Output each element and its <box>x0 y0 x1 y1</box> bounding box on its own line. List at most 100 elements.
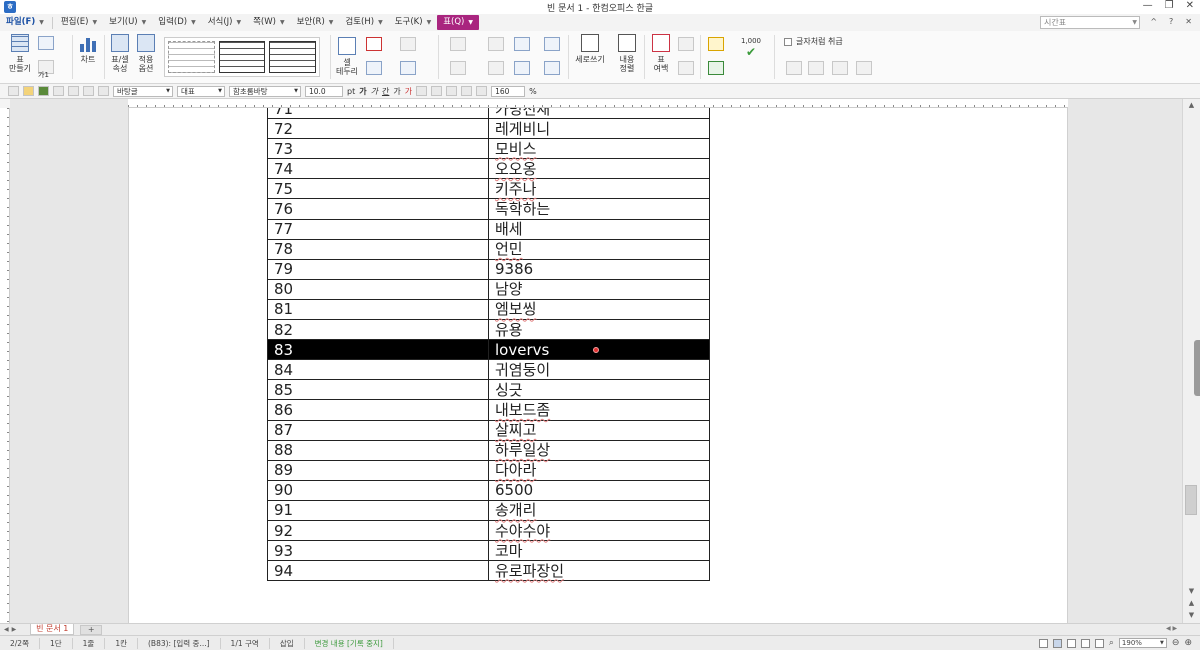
cell-nickname[interactable]: 코마 <box>488 540 710 562</box>
table-row[interactable]: 74 오오옹 <box>267 158 710 180</box>
new-doc-icon[interactable] <box>8 86 19 96</box>
cell-nickname[interactable]: 9386 <box>488 258 710 280</box>
table-row[interactable]: 87 살찌고 <box>267 419 710 441</box>
side-panel-handle[interactable] <box>1194 340 1200 396</box>
table-row[interactable]: 82 유용 <box>267 319 710 341</box>
table-row[interactable]: 94 유로파장인 <box>267 560 710 582</box>
cell-number[interactable]: 84 <box>267 359 489 381</box>
menu-tools[interactable]: 도구(K) ▼ <box>389 15 437 30</box>
cell-nickname[interactable]: 하루일상 <box>488 439 710 461</box>
zoom-out-icon[interactable]: ⊖ <box>1172 638 1180 648</box>
table-row[interactable]: 88 하루일상 <box>267 439 710 461</box>
hscroll-arrows[interactable]: ◀ ▶ <box>1166 625 1177 632</box>
table-style-1[interactable] <box>168 41 215 73</box>
fill-color-icon[interactable] <box>366 61 382 75</box>
scroll-up-icon[interactable]: ▲ <box>1186 101 1197 110</box>
cell-nickname[interactable]: 유로파장인 <box>488 560 710 582</box>
cell-nickname[interactable]: lovervs <box>488 339 710 361</box>
cell-nickname[interactable]: 수야수야 <box>488 519 710 542</box>
status-track-changes[interactable]: 변경 내용 [기록 중지] <box>305 637 394 649</box>
align-right-icon[interactable] <box>446 86 458 96</box>
cell-nickname[interactable]: 살찌고 <box>488 419 710 441</box>
menu-insert[interactable]: 입력(D) ▼ <box>152 15 201 30</box>
table-row[interactable]: 84 귀염둥이 <box>267 359 710 381</box>
lang-select[interactable]: 대표 ▼ <box>177 85 225 97</box>
font-color-button[interactable]: 가 <box>405 86 412 97</box>
chart-button[interactable]: 차트 <box>77 34 99 64</box>
cell-nickname[interactable]: 내보드좀 <box>488 399 710 421</box>
cell-number[interactable]: 72 <box>267 118 489 140</box>
cell-nickname[interactable]: 오오옹 <box>488 158 710 180</box>
cell-number[interactable]: 73 <box>267 138 489 160</box>
multi-page-view-icon[interactable] <box>1080 638 1090 648</box>
cell-number[interactable]: 76 <box>267 198 489 220</box>
page-down-icon[interactable]: ▼ <box>1186 611 1197 620</box>
status-mode[interactable]: 삽입 <box>270 637 305 649</box>
wrap-icon-1[interactable] <box>786 61 802 75</box>
table-style-3[interactable] <box>269 41 317 73</box>
help-button[interactable]: ? <box>1169 17 1173 26</box>
table-style-2[interactable] <box>218 41 266 73</box>
wrap-icon-4[interactable] <box>856 61 872 75</box>
cell-height-icon[interactable] <box>514 61 530 75</box>
cell-number[interactable]: 94 <box>267 560 489 582</box>
cell-nickname[interactable]: 유용 <box>488 319 710 341</box>
table-row[interactable]: 86 내보드좀 <box>267 399 710 421</box>
add-tab-button[interactable]: + <box>80 624 103 635</box>
menu-view[interactable]: 보기(U) ▼ <box>103 15 152 30</box>
table-style-gallery[interactable] <box>164 37 320 77</box>
vertical-text-button[interactable]: 세로쓰기 <box>572 34 608 64</box>
table-margin-button[interactable]: 표 여백 <box>648 34 674 73</box>
cell-number[interactable]: 77 <box>267 218 489 240</box>
print-icon[interactable] <box>53 86 64 96</box>
number-format-button[interactable]: 1,000 ✔ <box>740 37 762 58</box>
ribbon-collapse-button[interactable]: ^ <box>1150 17 1157 26</box>
status-page[interactable]: 2/2쪽 <box>0 637 40 649</box>
tab-next-icon[interactable]: ▶ <box>12 626 17 633</box>
table-row[interactable]: 76 독학하는 <box>267 198 710 220</box>
cell-number[interactable]: 91 <box>267 499 489 521</box>
table-row[interactable]: 79 9386 <box>267 258 710 280</box>
checkbox-box[interactable] <box>784 37 792 46</box>
cell-number[interactable]: 82 <box>267 319 489 341</box>
cell-number[interactable]: 80 <box>267 278 489 300</box>
align-center-icon[interactable] <box>431 86 443 96</box>
cell-nickname[interactable]: 독학하는 <box>488 198 710 220</box>
cell-nickname[interactable]: 엠보씽 <box>488 298 710 321</box>
zoom-input[interactable]: 160 <box>491 85 526 97</box>
delete-row-icon[interactable] <box>450 61 466 75</box>
split-cells-icon[interactable] <box>514 37 530 51</box>
cell-nickname[interactable]: 언민 <box>488 238 710 260</box>
table-row[interactable]: 71 카빙천재 <box>267 108 710 120</box>
table-row[interactable]: 85 싱긋 <box>267 379 710 401</box>
cell-nickname[interactable]: 6500 <box>488 479 710 501</box>
cell-number[interactable]: 86 <box>267 399 489 421</box>
table-row[interactable]: 81 엠보씽 <box>267 298 710 321</box>
font-size-input[interactable]: 10.0 <box>305 85 343 97</box>
document-page[interactable]: 71 카빙천재 72 레게비니 73 모비스 74 오오옹 75 키주나 76 독학하는 77 배세 78 언… <box>128 108 1068 623</box>
cell-number[interactable]: 81 <box>267 298 489 321</box>
menu-page[interactable]: 쪽(W) ▼ <box>247 15 290 30</box>
open-folder-icon[interactable] <box>23 86 34 96</box>
cell-number[interactable]: 89 <box>267 459 489 481</box>
content-align-button[interactable]: 내용 정렬 <box>614 34 640 73</box>
cell-number[interactable]: 87 <box>267 419 489 441</box>
table-row[interactable]: 93 코마 <box>267 540 710 562</box>
cell-number[interactable]: 75 <box>267 178 489 200</box>
wrap-icon-2[interactable] <box>808 61 824 75</box>
search-input[interactable]: 시간표 ▼ <box>1040 16 1140 29</box>
zoom-in-icon[interactable]: ⊕ <box>1184 638 1192 648</box>
cell-nickname[interactable]: 배세 <box>488 218 710 240</box>
cell-border-button[interactable]: 셀 테두리 <box>334 37 360 76</box>
table-row[interactable]: 73 모비스 <box>267 138 710 160</box>
align-grid-icon[interactable] <box>544 37 560 51</box>
menu-table[interactable]: 표(Q) ▼ <box>437 15 479 30</box>
table-row[interactable]: 90 6500 <box>267 479 710 501</box>
menu-file[interactable]: 파일(F) ▼ <box>0 15 50 30</box>
save-icon[interactable] <box>38 86 49 96</box>
restore-button[interactable]: ❐ <box>1165 0 1174 11</box>
merge-cells-icon[interactable] <box>488 37 504 51</box>
cell-number[interactable]: 93 <box>267 540 489 562</box>
font-select[interactable]: 함초롬바탕 ▼ <box>229 85 301 97</box>
distribute-align-icon[interactable] <box>476 86 488 96</box>
